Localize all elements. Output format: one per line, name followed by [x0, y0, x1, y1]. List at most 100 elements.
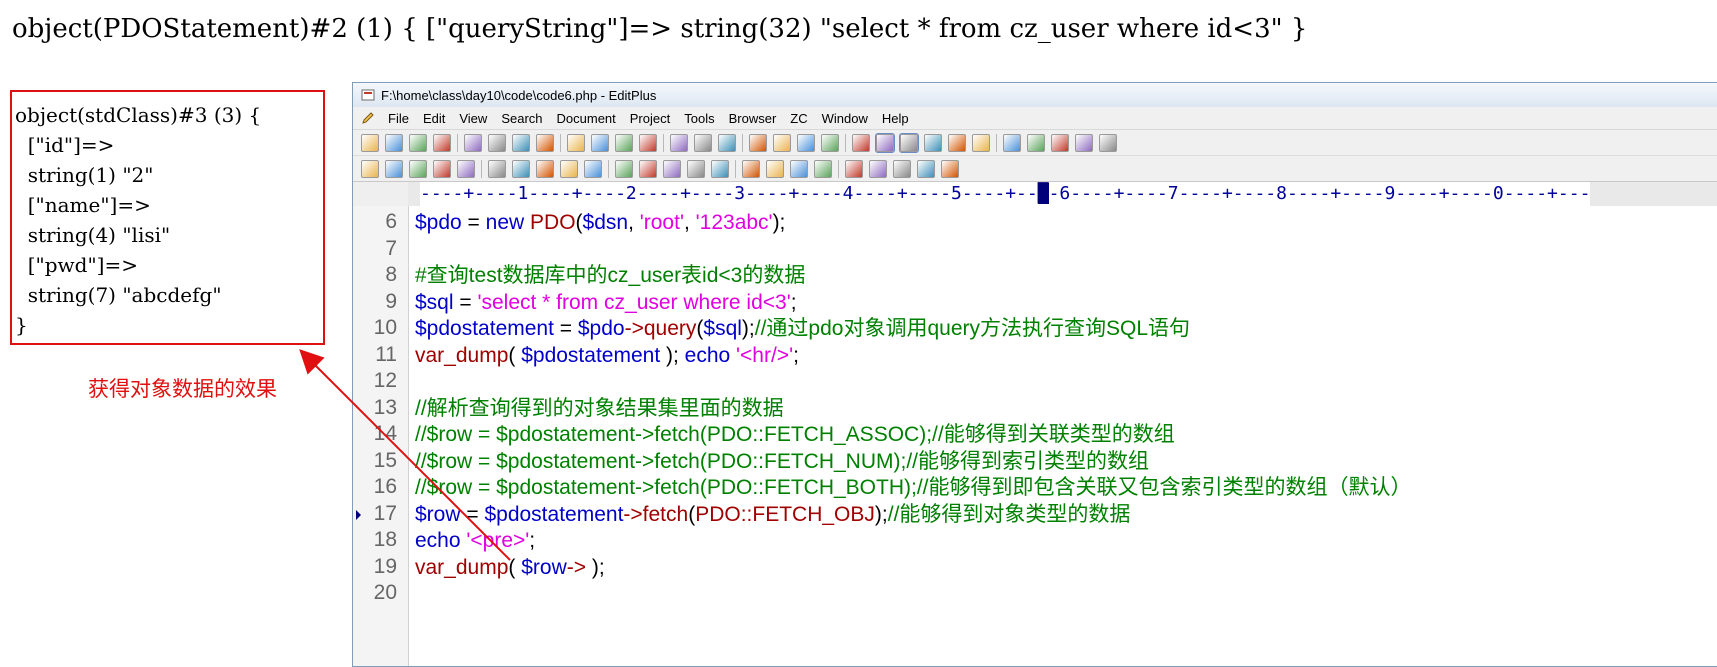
toolbar-separator — [560, 133, 561, 152]
code-token: $dsn — [582, 211, 629, 234]
toolbar-button-icon[interactable] — [814, 159, 832, 178]
code-line[interactable] — [409, 237, 1717, 263]
code-line[interactable]: $pdostatement = $pdo->query($sql);//通过pd… — [409, 316, 1717, 342]
toolbar-button-icon[interactable] — [591, 133, 609, 152]
toolbar-button-icon[interactable] — [924, 133, 942, 152]
toolbar-button-icon[interactable] — [488, 133, 506, 152]
menu-tools[interactable]: Tools — [677, 111, 721, 126]
toolbar-button-icon[interactable] — [1099, 133, 1117, 152]
dump-line: string(7) "abcdefg" — [27, 283, 222, 307]
toolbar-button-icon[interactable] — [1027, 133, 1045, 152]
code-line[interactable]: #查询test数据库中的cz_user表id<3的数据 — [409, 263, 1717, 289]
toolbar-button-icon[interactable] — [821, 133, 839, 152]
code-line[interactable]: echo '<pre>'; — [409, 528, 1717, 554]
toolbar-button-icon[interactable] — [536, 133, 554, 152]
code-token: ); — [741, 317, 755, 340]
menu-window[interactable]: Window — [815, 111, 875, 126]
toolbar-button-icon[interactable] — [409, 133, 427, 152]
toolbar-button-icon[interactable] — [639, 159, 657, 178]
toolbar-button-icon[interactable] — [584, 159, 602, 178]
code-token: ); — [772, 211, 786, 234]
toolbar-button-icon[interactable] — [433, 159, 451, 178]
toolbar-button-icon[interactable] — [742, 159, 760, 178]
toolbar-button-icon[interactable] — [875, 132, 895, 153]
code-line[interactable]: $pdo = new PDO($dsn, 'root', '123abc'); — [409, 210, 1717, 236]
menu-zc[interactable]: ZC — [783, 111, 814, 126]
toolbar-button-icon[interactable] — [687, 159, 705, 178]
code-line[interactable]: var_dump( $pdostatement ); echo '<hr/>'; — [409, 343, 1717, 369]
toolbar-button-icon[interactable] — [361, 133, 379, 152]
toolbar-button-icon[interactable] — [948, 133, 966, 152]
toolbar-button-icon[interactable] — [663, 159, 681, 178]
toolbar-button-icon[interactable] — [560, 159, 578, 178]
code-line[interactable]: //$row = $pdostatement->fetch(PDO::FETCH… — [409, 475, 1717, 501]
toolbar-button-icon[interactable] — [790, 159, 808, 178]
toolbar-button-icon[interactable] — [972, 133, 990, 152]
code-token: , — [683, 211, 696, 234]
toolbar-button-icon[interactable] — [1051, 133, 1069, 152]
menu-help[interactable]: Help — [875, 111, 916, 126]
toolbar-button-icon[interactable] — [670, 133, 688, 152]
toolbar-button-icon[interactable] — [615, 133, 633, 152]
toolbar-button-icon[interactable] — [385, 133, 403, 152]
code-line[interactable]: //$row = $pdostatement->fetch(PDO::FETCH… — [409, 422, 1717, 448]
toolbar-separator — [742, 133, 743, 152]
code-line[interactable] — [409, 369, 1717, 395]
toolbar-button-icon[interactable] — [718, 133, 736, 152]
toolbar-button-icon[interactable] — [464, 133, 482, 152]
toolbar-button-icon[interactable] — [567, 133, 585, 152]
toolbar-button-icon[interactable] — [536, 159, 554, 178]
menu-view[interactable]: View — [452, 111, 494, 126]
toolbar-button-icon[interactable] — [749, 133, 767, 152]
ruler-text: ----+----1----+----2----+----3----+----4… — [420, 182, 1591, 206]
ruler-left-text: ----+----1----+----2----+----3----+----4… — [420, 183, 1038, 204]
code-token: ->fetch — [623, 502, 689, 526]
toolbar-button-icon[interactable] — [899, 132, 919, 153]
toolbar-button-icon[interactable] — [433, 133, 451, 152]
code-token: //能够得到对象类型的数据 — [887, 502, 1131, 526]
toolbar-button-icon[interactable] — [1075, 133, 1093, 152]
menu-browser[interactable]: Browser — [722, 111, 784, 126]
toolbar-button-icon[interactable] — [361, 159, 379, 178]
line-number: 9 — [385, 289, 397, 313]
dump-line: ["name"]=> — [27, 193, 151, 217]
toolbar-button-icon[interactable] — [711, 159, 729, 178]
toolbar-button-icon[interactable] — [869, 159, 887, 178]
code-line[interactable]: //解析查询得到的对象结果集里面的数据 — [409, 396, 1717, 422]
toolbar-button-icon[interactable] — [917, 159, 935, 178]
toolbar-button-icon[interactable] — [797, 133, 815, 152]
toolbar-button-icon[interactable] — [766, 159, 784, 178]
toolbar-button-icon[interactable] — [385, 159, 403, 178]
code-token: = — [453, 290, 478, 314]
menu-edit[interactable]: Edit — [416, 111, 452, 126]
toolbar-button-icon[interactable] — [615, 159, 633, 178]
code-line[interactable]: $row = $pdostatement->fetch(PDO::FETCH_O… — [409, 502, 1717, 528]
menu-file[interactable]: File — [381, 111, 416, 126]
toolbar-button-icon[interactable] — [852, 133, 870, 152]
code-token: '<hr/>' — [736, 343, 794, 367]
toolbar-button-icon[interactable] — [694, 133, 712, 152]
toolbar-button-icon[interactable] — [941, 159, 959, 178]
toolbar-button-icon[interactable] — [512, 159, 530, 178]
menu-document[interactable]: Document — [550, 111, 623, 126]
dump-line: ["id"]=> — [27, 133, 115, 157]
toolbar-button-icon[interactable] — [409, 159, 427, 178]
toolbar-button-icon[interactable] — [488, 159, 506, 178]
toolbar-button-icon[interactable] — [845, 159, 863, 178]
menu-project[interactable]: Project — [623, 111, 677, 126]
toolbar-button-icon[interactable] — [639, 133, 657, 152]
toolbar-button-icon[interactable] — [773, 133, 791, 152]
toolbar-button-icon[interactable] — [457, 159, 475, 178]
code-line[interactable] — [409, 581, 1717, 607]
code-line[interactable]: //$row = $pdostatement->fetch(PDO::FETCH… — [409, 449, 1717, 475]
toolbar-button-icon[interactable] — [1003, 133, 1021, 152]
code-token: 'select * from cz_user where id<3' — [477, 290, 791, 314]
line-number: 20 — [373, 581, 397, 604]
toolbar-button-icon[interactable] — [893, 159, 911, 178]
code-token: ( — [508, 343, 522, 367]
menu-search[interactable]: Search — [494, 111, 549, 126]
code-line[interactable]: $sql = 'select * from cz_user where id<3… — [409, 290, 1717, 316]
code-line[interactable]: var_dump( $row-> ); — [409, 555, 1717, 581]
toolbar-button-icon[interactable] — [512, 133, 530, 152]
code-editor[interactable]: $pdo = new PDO($dsn, 'root', '123abc'); #… — [409, 206, 1717, 666]
